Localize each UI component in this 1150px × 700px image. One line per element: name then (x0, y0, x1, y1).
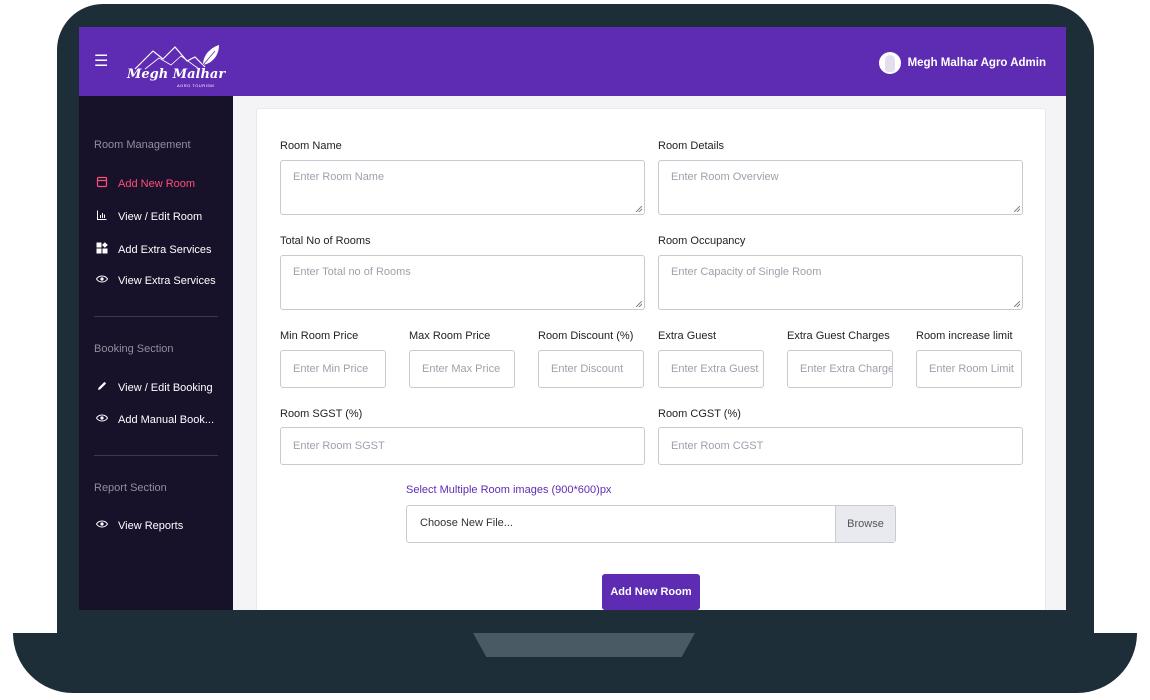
sidebar-item-label: View Reports (118, 520, 184, 532)
sidebar-item-label: Add Extra Services (118, 244, 212, 256)
sidebar-divider (94, 316, 218, 317)
file-input-placeholder: Choose New File... (420, 517, 513, 529)
sidebar-item-view-reports[interactable]: View Reports (94, 519, 183, 533)
sidebar-item-view-extra-services[interactable]: View Extra Services (94, 274, 216, 288)
add-new-room-button[interactable]: Add New Room (602, 574, 700, 610)
room-name-label: Room Name (280, 140, 342, 152)
sidebar-item-add-new-room[interactable]: Add New Room (94, 176, 195, 192)
main-content: Room Name Enter Room Name Room Details E… (233, 96, 1066, 610)
sidebar-item-label: View / Edit Booking (118, 382, 213, 394)
sidebar-item-label: Add New Room (118, 178, 196, 190)
sgst-input[interactable]: Enter Room SGST (280, 427, 645, 465)
extra-guest-label: Extra Guest (658, 330, 717, 342)
calendar-icon (94, 176, 109, 192)
total-rooms-label: Total No of Rooms (280, 235, 371, 247)
extra-guest-charges-input[interactable]: Enter Extra Charges (787, 350, 893, 388)
room-occupancy-input[interactable]: Enter Capacity of Single Room (658, 255, 1023, 310)
room-details-input[interactable]: Enter Room Overview (658, 160, 1023, 215)
cgst-input[interactable]: Enter Room CGST (658, 427, 1023, 465)
eye-icon (94, 519, 109, 533)
room-images-label: Select Multiple Room images (900*600)px (406, 484, 612, 496)
brand-logo[interactable]: Megh Malhar AGRO TOURISM (123, 39, 263, 89)
room-name-input[interactable]: Enter Room Name (280, 160, 645, 215)
browse-button[interactable]: Browse (835, 506, 895, 542)
min-price-input[interactable]: Enter Min Price (280, 350, 386, 388)
sidebar-item-label: View / Edit Room (118, 211, 203, 223)
add-room-form: Room Name Enter Room Name Room Details E… (256, 108, 1046, 610)
pencil-icon (94, 380, 109, 396)
increase-limit-input[interactable]: Enter Room Limit (916, 350, 1022, 388)
extra-guest-input[interactable]: Enter Extra Guest (658, 350, 764, 388)
sidebar: Room Management Add New Room View / Edit… (79, 96, 233, 610)
max-price-input[interactable]: Enter Max Price (409, 350, 515, 388)
room-details-label: Room Details (658, 140, 725, 152)
cgst-label: Room CGST (%) (658, 408, 741, 420)
sidebar-item-add-manual-booking[interactable]: Add Manual Book... (94, 413, 214, 427)
min-price-label: Min Room Price (280, 330, 359, 342)
sidebar-item-add-extra-services[interactable]: Add Extra Services (94, 242, 212, 258)
grid-icon (94, 242, 109, 258)
eye-icon (94, 274, 109, 288)
section-title-report: Report Section (94, 482, 167, 494)
sidebar-divider (94, 455, 218, 456)
discount-input[interactable]: Enter Discount (538, 350, 644, 388)
total-rooms-input[interactable]: Enter Total no of Rooms (280, 255, 645, 310)
eye-icon (94, 413, 109, 427)
sidebar-item-label: Add Manual Book... (118, 414, 215, 426)
extra-guest-charges-label: Extra Guest Charges (787, 330, 890, 342)
sidebar-item-view-edit-room[interactable]: View / Edit Room (94, 209, 202, 225)
laptop-hinge (473, 633, 695, 657)
section-title-room-management: Room Management (94, 139, 191, 151)
increase-limit-label: Room increase limit (916, 330, 1013, 342)
room-images-file-input[interactable]: Choose New File... Browse (406, 505, 896, 543)
user-name: Megh Malhar Agro Admin (907, 57, 1046, 69)
user-menu[interactable]: Megh Malhar Agro Admin (878, 52, 1046, 74)
brand-name: Megh Malhar (127, 67, 226, 82)
discount-label: Room Discount (%) (538, 330, 634, 342)
max-price-label: Max Room Price (409, 330, 491, 342)
avatar (878, 52, 901, 74)
top-header: ☰ Megh Malhar AGRO TOURISM Megh Malhar A… (79, 27, 1066, 96)
sgst-label: Room SGST (%) (280, 408, 363, 420)
section-title-booking: Booking Section (94, 343, 174, 355)
hamburger-menu-icon[interactable]: ☰ (94, 54, 108, 70)
app-screen: ☰ Megh Malhar AGRO TOURISM Megh Malhar A… (79, 27, 1066, 610)
brand-subtitle: AGRO TOURISM (177, 83, 215, 88)
room-occupancy-label: Room Occupancy (658, 235, 746, 247)
sidebar-item-label: View Extra Services (118, 275, 216, 287)
bar-chart-icon (94, 209, 109, 225)
sidebar-item-view-edit-booking[interactable]: View / Edit Booking (94, 380, 213, 396)
